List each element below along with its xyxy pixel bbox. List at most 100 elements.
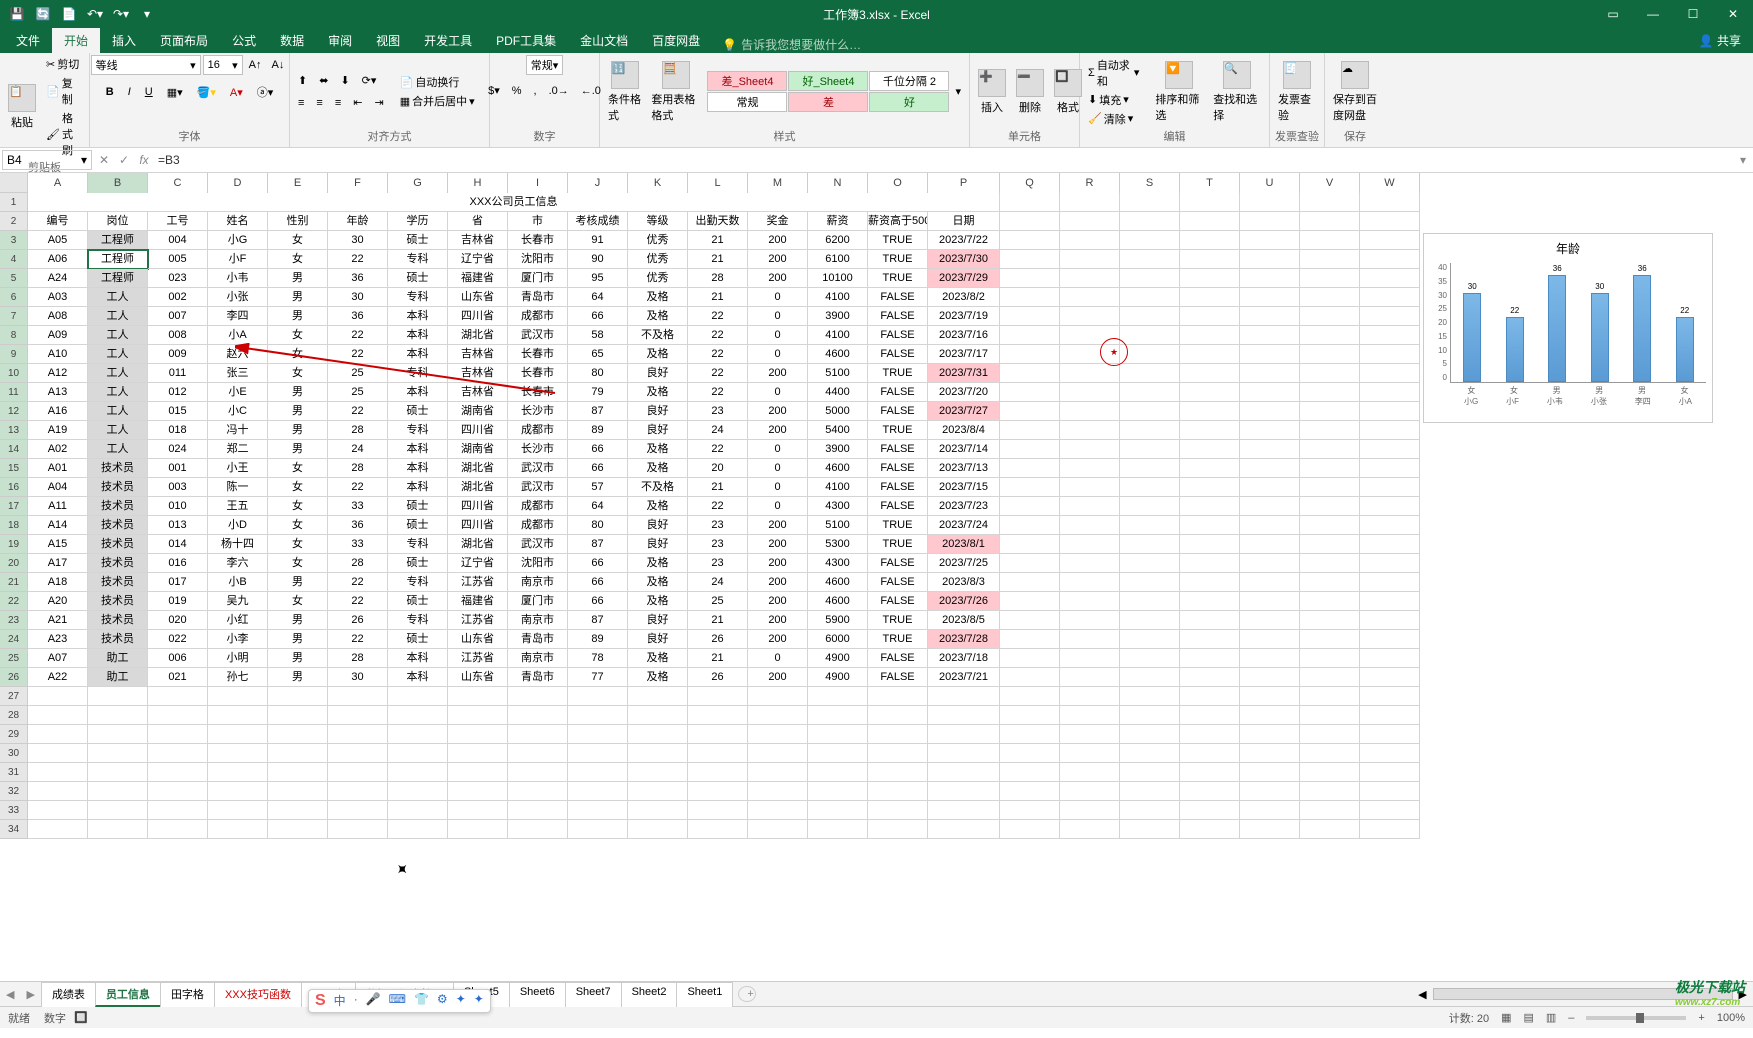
cell[interactable]: [868, 706, 928, 725]
cell[interactable]: [1300, 668, 1360, 687]
cell[interactable]: 2023/8/1: [928, 535, 1000, 554]
cell[interactable]: [1000, 250, 1060, 269]
ime-item[interactable]: 中: [334, 992, 346, 1010]
cell[interactable]: [1000, 801, 1060, 820]
cell[interactable]: [148, 725, 208, 744]
cell[interactable]: 2023/7/26: [928, 592, 1000, 611]
cell[interactable]: [1360, 725, 1420, 744]
view-pagebreak-icon[interactable]: ▥: [1546, 1011, 1556, 1024]
cell[interactable]: [1060, 763, 1120, 782]
cell[interactable]: [1120, 212, 1180, 231]
cell[interactable]: 山东省: [448, 668, 508, 687]
cell[interactable]: [1120, 497, 1180, 516]
cell[interactable]: 女: [268, 364, 328, 383]
cell[interactable]: 厦门市: [508, 269, 568, 288]
cell[interactable]: [88, 782, 148, 801]
cell[interactable]: 王五: [208, 497, 268, 516]
zoom-in-button[interactable]: +: [1698, 1012, 1704, 1024]
cell[interactable]: 28: [688, 269, 748, 288]
cell[interactable]: [1120, 307, 1180, 326]
cell[interactable]: [1300, 535, 1360, 554]
fill-color-button[interactable]: 🪣▾: [193, 83, 220, 101]
cell[interactable]: 015: [148, 402, 208, 421]
cell[interactable]: 张三: [208, 364, 268, 383]
cell[interactable]: 福建省: [448, 592, 508, 611]
qat-customize-icon[interactable]: ▾: [138, 5, 156, 23]
cell[interactable]: 本科: [388, 668, 448, 687]
orientation-icon[interactable]: ⟳▾: [358, 73, 381, 88]
cell[interactable]: 79: [568, 383, 628, 402]
cell[interactable]: [1180, 307, 1240, 326]
cell[interactable]: [208, 706, 268, 725]
cell[interactable]: 26: [688, 668, 748, 687]
cell[interactable]: 024: [148, 440, 208, 459]
cell[interactable]: [1240, 421, 1300, 440]
cell[interactable]: [148, 706, 208, 725]
cell[interactable]: 良好: [628, 421, 688, 440]
cell[interactable]: 长春市: [508, 383, 568, 402]
cell[interactable]: TRUE: [868, 364, 928, 383]
cell[interactable]: [1120, 459, 1180, 478]
cell[interactable]: 4100: [808, 326, 868, 345]
cell[interactable]: [508, 706, 568, 725]
cell[interactable]: 010: [148, 497, 208, 516]
cell[interactable]: A08: [28, 307, 88, 326]
cell[interactable]: 厦门市: [508, 592, 568, 611]
cell[interactable]: 66: [568, 592, 628, 611]
cell[interactable]: 90: [568, 250, 628, 269]
cell[interactable]: [1060, 801, 1120, 820]
cell[interactable]: [1360, 687, 1420, 706]
cell[interactable]: 小B: [208, 573, 268, 592]
cell[interactable]: 男: [268, 611, 328, 630]
comma-icon[interactable]: ,: [530, 83, 541, 98]
cell[interactable]: 22: [328, 592, 388, 611]
cell[interactable]: 及格: [628, 668, 688, 687]
cell[interactable]: [1360, 421, 1420, 440]
cell[interactable]: 64: [568, 288, 628, 307]
cell[interactable]: 湖北省: [448, 326, 508, 345]
autosum-button[interactable]: Σ 自动求和 ▾: [1084, 56, 1143, 90]
cell[interactable]: 0: [748, 307, 808, 326]
cell[interactable]: [688, 706, 748, 725]
cell[interactable]: [928, 687, 1000, 706]
cell[interactable]: 长沙市: [508, 440, 568, 459]
cell[interactable]: [1060, 497, 1120, 516]
ime-skin-icon[interactable]: 👕: [414, 992, 429, 1010]
row-header[interactable]: 1: [0, 193, 28, 212]
cell[interactable]: [1300, 383, 1360, 402]
cell[interactable]: 2023/7/17: [928, 345, 1000, 364]
cell[interactable]: [448, 687, 508, 706]
cell[interactable]: [628, 687, 688, 706]
cell[interactable]: [88, 687, 148, 706]
sheet-tab[interactable]: 田字格: [160, 982, 215, 1007]
accessibility-icon[interactable]: 🔲: [74, 1011, 88, 1024]
cell[interactable]: 0: [748, 497, 808, 516]
cell[interactable]: 4900: [808, 668, 868, 687]
style-good-sheet[interactable]: 好_Sheet4: [788, 71, 868, 91]
cell[interactable]: 技术员: [88, 573, 148, 592]
cell[interactable]: [1180, 801, 1240, 820]
cell[interactable]: 24: [328, 440, 388, 459]
cell[interactable]: [928, 763, 1000, 782]
cell[interactable]: XXX公司员工信息: [28, 193, 1000, 212]
row-header[interactable]: 28: [0, 706, 28, 725]
cell[interactable]: [328, 782, 388, 801]
cell[interactable]: [868, 801, 928, 820]
cell[interactable]: 优秀: [628, 231, 688, 250]
cell[interactable]: 硕士: [388, 554, 448, 573]
cell[interactable]: 58: [568, 326, 628, 345]
ime-item[interactable]: ✦: [474, 992, 484, 1010]
cell[interactable]: 良好: [628, 535, 688, 554]
cell[interactable]: [448, 725, 508, 744]
cell[interactable]: [1360, 763, 1420, 782]
cell[interactable]: [1360, 554, 1420, 573]
cell[interactable]: 山东省: [448, 630, 508, 649]
cell[interactable]: 专科: [388, 250, 448, 269]
sheet-nav-prev[interactable]: ◀: [0, 988, 20, 1001]
cell[interactable]: [1240, 630, 1300, 649]
cell[interactable]: 2023/7/23: [928, 497, 1000, 516]
cell[interactable]: 36: [328, 269, 388, 288]
cell[interactable]: 小红: [208, 611, 268, 630]
cell[interactable]: [1060, 440, 1120, 459]
cell[interactable]: 2023/7/20: [928, 383, 1000, 402]
